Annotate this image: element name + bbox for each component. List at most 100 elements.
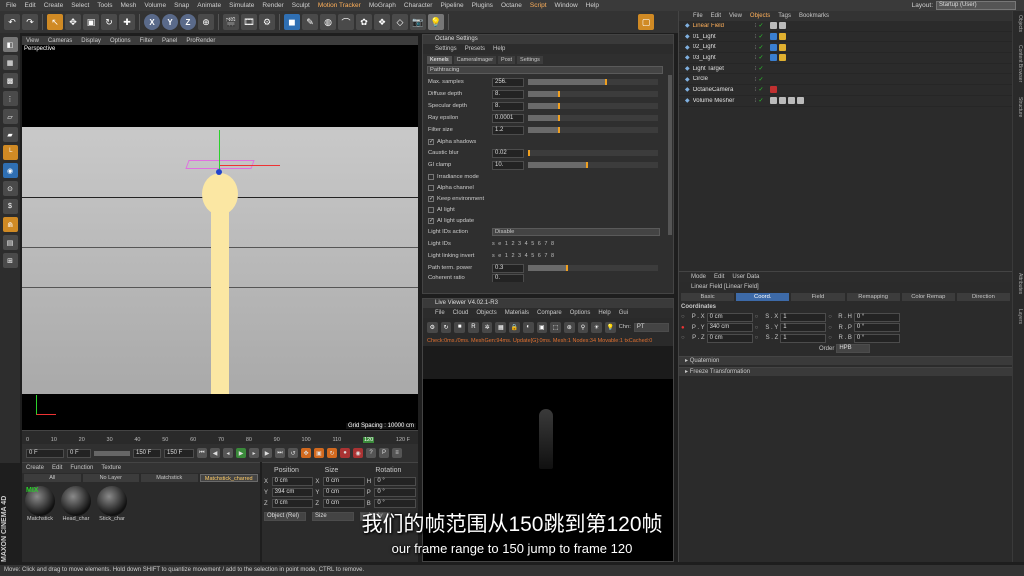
caustic-blur-slider[interactable] [528, 150, 658, 156]
enabled-check-icon[interactable]: ✓ [759, 76, 764, 83]
material-tab-no-layer[interactable]: No Layer [82, 474, 139, 482]
timeline-menu-icon[interactable]: ≡ [392, 448, 402, 458]
restart-icon[interactable]: ↻ [440, 321, 452, 333]
menu-edit[interactable]: Edit [24, 2, 35, 9]
param-slider[interactable] [528, 127, 658, 133]
previous-key-icon[interactable]: ◀ [210, 448, 220, 458]
scale-icon[interactable]: ▣ [83, 14, 99, 30]
octane-menu-help[interactable]: Help [493, 46, 505, 52]
menu-file[interactable]: File [6, 2, 16, 9]
attr-tab-coord[interactable]: Coord. [736, 293, 790, 301]
menu-create[interactable]: Create [44, 2, 64, 9]
side-tab-objects[interactable]: Objects [1017, 15, 1023, 32]
keyframe-dot-icon[interactable]: ○ [755, 314, 759, 320]
object-tag-icon[interactable] [787, 97, 795, 105]
obj-menu-tags[interactable]: Tags [778, 13, 791, 19]
path-term-slider[interactable] [528, 265, 658, 271]
menu-pipeline[interactable]: Pipeline [440, 2, 463, 9]
octane-menu-presets[interactable]: Presets [465, 46, 485, 52]
position-y-field[interactable]: 394 cm [271, 488, 314, 497]
attr-px-field[interactable]: 0 cm [706, 312, 753, 322]
polygons-mode-icon[interactable]: ▰ [2, 127, 18, 142]
snap-icon[interactable]: ⊙ [2, 181, 18, 196]
enabled-check-icon[interactable]: ✓ [759, 44, 764, 51]
material-tab-matchstick[interactable]: Matchstick [141, 474, 198, 482]
keyframe-dot-icon[interactable]: ○ [755, 335, 759, 341]
lock-icon[interactable]: 🔒 [509, 321, 520, 333]
render-region-icon[interactable]: R [468, 321, 479, 333]
irradiance-mode-checkbox[interactable]: Irradiance mode [423, 171, 673, 182]
menu-mograph[interactable]: MoGraph [369, 2, 396, 9]
menu-window[interactable]: Window [555, 2, 578, 9]
light-ids-action-dropdown[interactable]: Disable [492, 228, 660, 236]
pen-icon[interactable]: ✎ [302, 14, 318, 30]
menu-help[interactable]: Help [586, 2, 599, 9]
menu-sculpt[interactable]: Sculpt [292, 2, 310, 9]
enabled-check-icon[interactable]: ✓ [759, 22, 764, 29]
render-settings-icon[interactable]: ⚙ [259, 14, 275, 30]
ai-light-checkbox[interactable]: AI light [423, 204, 673, 215]
tab-post[interactable]: Post [498, 56, 516, 64]
x-axis-lock-icon[interactable]: X [144, 14, 160, 30]
play-icon[interactable]: ▶ [236, 448, 246, 458]
enabled-check-icon[interactable]: ✓ [759, 97, 764, 104]
tab-settings[interactable]: Settings [517, 56, 543, 64]
menu-snap[interactable]: Snap [174, 2, 189, 9]
x-axis-handle[interactable] [220, 165, 280, 166]
coordinate-system-icon[interactable]: ⊕ [198, 14, 214, 30]
z-axis-lock-icon[interactable]: Z [180, 14, 196, 30]
viewport-menu-options[interactable]: Options [110, 38, 131, 44]
object-row[interactable]: ◆ 01_Light ⁝ ✓ [679, 32, 1012, 43]
keyframe-dot-icon[interactable]: ○ [755, 325, 759, 331]
bulb-icon[interactable]: 💡 [604, 321, 616, 333]
menu-volume[interactable]: Volume [144, 2, 166, 9]
object-row[interactable]: ◆ Volume Mesher ⁝ ✓ [679, 96, 1012, 107]
object-tag-icon[interactable] [769, 54, 777, 62]
object-row[interactable]: ◆ OctaneCamera ⁝ ✓ [679, 85, 1012, 96]
material-menu-edit[interactable]: Edit [52, 465, 62, 471]
menu-select[interactable]: Select [71, 2, 89, 9]
param-slider[interactable] [528, 115, 658, 121]
attr-tab-field[interactable]: Field [791, 293, 845, 301]
lv-menu-objects[interactable]: Objects [476, 310, 496, 316]
focus-picker-icon[interactable]: ▣ [536, 321, 548, 333]
lv-menu-file[interactable]: File [435, 310, 445, 316]
side-tab-attributes[interactable]: Attributes [1017, 273, 1023, 294]
points-mode-icon[interactable]: ⋮ [2, 91, 18, 106]
param-value-field[interactable]: 256. [492, 77, 524, 87]
camera-icon[interactable]: 📷 [410, 14, 426, 30]
caustic-blur-field[interactable]: 0.02 [492, 148, 524, 158]
pin-icon[interactable]: ⚲ [577, 321, 589, 333]
keyframe-dot-icon[interactable]: ○ [828, 335, 832, 341]
param-value-field[interactable]: 8. [492, 89, 524, 99]
tweak-mode-icon[interactable]: ◉ [2, 163, 18, 178]
rotation-order-dropdown[interactable]: HPB [836, 344, 871, 354]
grid-icon[interactable]: ⊞ [2, 253, 18, 268]
material-picker-icon[interactable]: ◐ [522, 321, 534, 333]
field-icon[interactable]: ❖ [374, 14, 390, 30]
lv-menu-options[interactable]: Options [570, 310, 591, 316]
attr-menu-mode[interactable]: Mode [691, 274, 706, 280]
send-scene-icon[interactable]: ✲ [481, 321, 493, 333]
light-ids-checkboxes[interactable]: s e 1 2 3 4 5 6 7 8 [492, 241, 555, 247]
material-tab-matchstick-charred[interactable]: Matchstick_charred [199, 474, 258, 482]
preview-max-field[interactable]: 150 F [133, 448, 161, 458]
attr-tab-basic[interactable]: Basic [681, 293, 735, 301]
go-to-start-icon[interactable]: ⏮ [197, 448, 207, 458]
attr-rb-field[interactable]: 0 ° [853, 333, 900, 343]
param-slider[interactable] [528, 79, 658, 85]
edges-mode-icon[interactable]: ▱ [2, 109, 18, 124]
undo-icon[interactable]: ↶ [4, 14, 20, 30]
render-view-icon[interactable]: 🎬 [223, 14, 239, 30]
rotation-b-field[interactable]: 0 ° [374, 499, 417, 508]
menu-simulate[interactable]: Simulate [229, 2, 254, 9]
magnet-icon[interactable]: ⋒ [2, 217, 18, 232]
param-value-field[interactable]: 8. [492, 101, 524, 111]
redo-icon[interactable]: ↷ [22, 14, 38, 30]
start-frame-field[interactable]: 0 F [26, 448, 64, 458]
material-tab-all[interactable]: All [24, 474, 81, 482]
keep-environment-checkbox[interactable]: ✓ Keep environment [423, 193, 673, 204]
octane-settings-scrollbar[interactable] [668, 75, 672, 235]
side-tab-structure[interactable]: Structure [1017, 97, 1023, 117]
viewport-menu-panel[interactable]: Panel [162, 38, 177, 44]
